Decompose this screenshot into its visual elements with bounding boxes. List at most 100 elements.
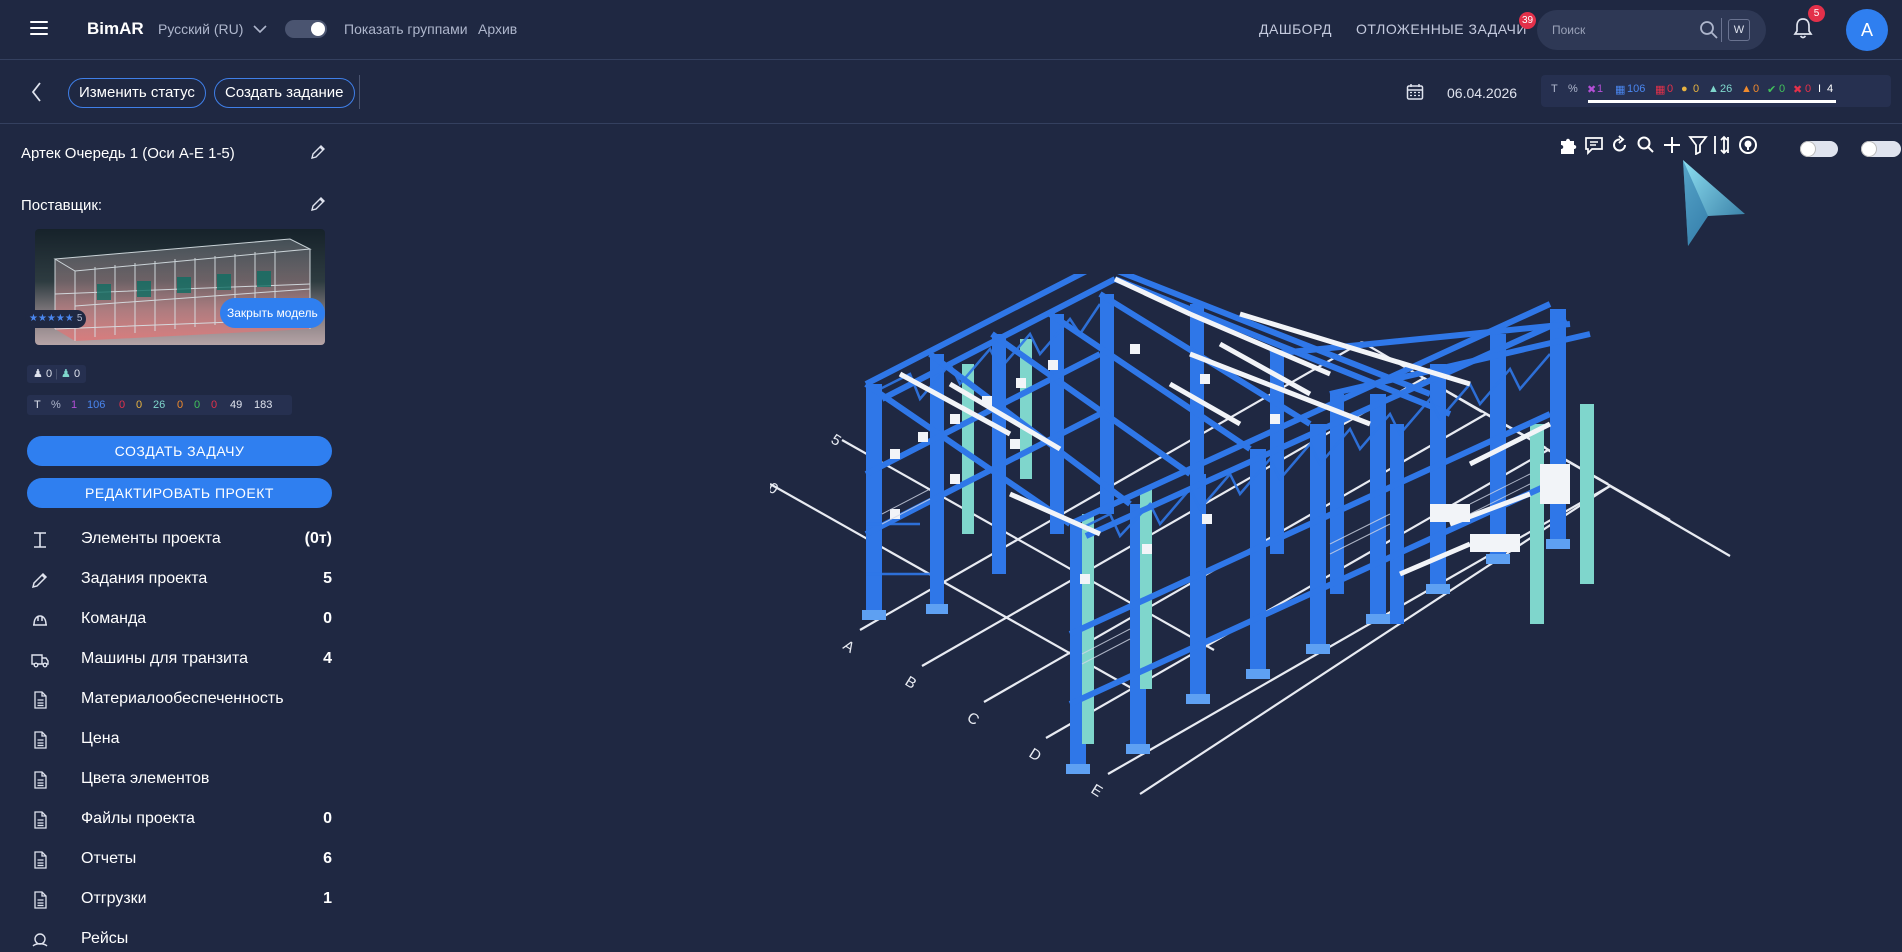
stat-check-icon: ✔ bbox=[1767, 84, 1777, 96]
stat-cross-icon: ✖ bbox=[1793, 84, 1803, 96]
stat-grid-icon: ▦ bbox=[1615, 84, 1626, 96]
document-icon bbox=[34, 691, 47, 709]
sidebar-item-transit-vehicles[interactable]: Машины для транзита 4 bbox=[27, 644, 332, 676]
star-icons: ★★★★★ bbox=[29, 313, 74, 324]
sidebar-item-count: (0т) bbox=[304, 530, 332, 547]
people-counter: ♟ 0 | ♟ 0 bbox=[27, 365, 87, 383]
stat-truck-icon: ● bbox=[1681, 83, 1688, 95]
language-select[interactable]: Русский (RU) bbox=[158, 21, 267, 37]
back-chevron-icon[interactable] bbox=[30, 81, 42, 103]
sidebar-item-element-colors[interactable]: Цвета элементов bbox=[27, 764, 332, 796]
viewport-toggle-2[interactable] bbox=[1861, 141, 1901, 157]
project-sidebar: Артек Очередь 1 (Оси А-Е 1-5) Поставщик:… bbox=[0, 124, 340, 952]
sort-height-icon[interactable] bbox=[1712, 135, 1732, 155]
rating-value: 5 bbox=[76, 313, 83, 324]
mini-stat-1: 1 bbox=[71, 399, 78, 411]
zoom-icon[interactable] bbox=[1636, 135, 1656, 155]
create-assignment-button[interactable]: Создать задание bbox=[214, 78, 355, 108]
stat-value-3: 0 bbox=[1667, 83, 1674, 95]
axis-label-c: C bbox=[964, 709, 982, 729]
close-model-button[interactable]: Закрыть модель bbox=[220, 298, 325, 328]
helmet-icon bbox=[33, 615, 47, 626]
stat-blocks-icon: ▦ bbox=[1655, 84, 1666, 96]
structure bbox=[862, 274, 1594, 774]
theme-toggle[interactable] bbox=[285, 20, 327, 38]
sidebar-item-label: Отчеты bbox=[81, 850, 137, 867]
current-date[interactable]: 06.04.2026 bbox=[1447, 85, 1517, 101]
document-icon bbox=[34, 891, 47, 909]
explode-view-icon[interactable] bbox=[1738, 135, 1758, 155]
people-count-b: 0 bbox=[73, 368, 81, 380]
stat-value-4: 0 bbox=[1693, 83, 1700, 95]
document-icon bbox=[34, 771, 47, 789]
stat-value-5: 26 bbox=[1720, 83, 1733, 95]
comment-icon[interactable] bbox=[1584, 135, 1604, 155]
sidebar-item-trips[interactable]: Рейсы bbox=[27, 924, 332, 952]
mini-stat-2: 106 bbox=[87, 399, 106, 411]
search-divider bbox=[1721, 18, 1722, 42]
project-toolbar: Изменить статус Создать задание 06.04.20… bbox=[0, 61, 1902, 124]
calendar-icon[interactable] bbox=[1406, 83, 1424, 101]
search-input[interactable] bbox=[1552, 20, 1692, 40]
sidebar-item-reports[interactable]: Отчеты 6 bbox=[27, 844, 332, 876]
worker-icon: ♟ bbox=[61, 368, 71, 380]
stat-helmet-icon: ▲ bbox=[1708, 83, 1719, 95]
puzzle-icon[interactable] bbox=[1558, 135, 1580, 157]
hamburger-menu-icon[interactable] bbox=[30, 21, 48, 35]
deferred-tasks-link[interactable]: ОТЛОЖЕННЫЕ ЗАДАЧИ bbox=[1356, 21, 1527, 37]
edit-project-button[interactable]: РЕДАКТИРОВАТЬ ПРОЕКТ bbox=[27, 478, 332, 508]
filter-icon[interactable] bbox=[1688, 135, 1708, 155]
toolbar-divider bbox=[359, 75, 360, 109]
show-groups-link[interactable]: Показать группами bbox=[344, 21, 468, 37]
stat-tools-icon: ✖ bbox=[1587, 84, 1597, 96]
sidebar-item-shipments[interactable]: Отгрузки 1 bbox=[27, 884, 332, 916]
edit-title-pencil-icon[interactable] bbox=[310, 144, 326, 160]
stat-value-8: 0 bbox=[1805, 83, 1812, 95]
navigation-arrow-icon bbox=[1683, 160, 1745, 246]
sidebar-item-material-supply[interactable]: Материалообеспеченность bbox=[27, 684, 332, 716]
rating-stars[interactable]: ★★★★★ 5 bbox=[25, 310, 87, 328]
edit-supplier-pencil-icon[interactable] bbox=[310, 196, 326, 212]
axis-label-5: 5 bbox=[828, 431, 844, 450]
viewport-toggle-1[interactable] bbox=[1800, 141, 1838, 157]
sidebar-item-label: Рейсы bbox=[81, 930, 129, 947]
user-avatar[interactable]: A bbox=[1846, 9, 1888, 51]
sidebar-item-team[interactable]: Команда 0 bbox=[27, 604, 332, 636]
switch-knob bbox=[1862, 142, 1876, 156]
stat-value-2: 106 bbox=[1627, 83, 1646, 95]
top-bar: BimAR Русский (RU) Показать группами Арх… bbox=[0, 0, 1902, 60]
sidebar-item-count: 6 bbox=[323, 850, 332, 867]
rotate-icon[interactable] bbox=[1610, 135, 1630, 155]
sidebar-item-project-elements[interactable]: Элементы проекта (0т) bbox=[27, 524, 332, 556]
plus-icon[interactable] bbox=[1662, 135, 1682, 155]
search-icon[interactable] bbox=[1699, 20, 1719, 40]
project-mini-stats: T % 1 106 0 0 26 0 0 0 49 183 bbox=[27, 395, 292, 415]
create-task-button[interactable]: СОЗДАТЬ ЗАДАЧУ bbox=[27, 436, 332, 466]
sidebar-item-count: 1 bbox=[323, 890, 332, 907]
mini-stat-6: 0 bbox=[177, 399, 184, 411]
sidebar-item-price[interactable]: Цена bbox=[27, 724, 332, 756]
sidebar-item-label: Машины для транзита bbox=[81, 650, 249, 667]
stat-beam-icon: I bbox=[1818, 83, 1822, 95]
bell-icon[interactable] bbox=[1793, 17, 1813, 39]
sidebar-item-label: Файлы проекта bbox=[81, 810, 195, 827]
brand-logo[interactable]: BimAR bbox=[87, 19, 144, 39]
mini-stat-4: 0 bbox=[136, 399, 143, 411]
sidebar-item-label: Цена bbox=[81, 730, 120, 747]
model-viewport[interactable]: 10 5 A B C D E bbox=[340, 124, 1902, 952]
sidebar-item-project-files[interactable]: Файлы проекта 0 bbox=[27, 804, 332, 836]
steel-frame-model[interactable]: 10 5 A B C D E bbox=[770, 274, 1902, 844]
switch-knob bbox=[1801, 142, 1815, 156]
archive-link[interactable]: Архив bbox=[478, 21, 517, 37]
sidebar-item-label: Отгрузки bbox=[81, 890, 147, 907]
sidebar-item-count: 5 bbox=[323, 570, 332, 587]
search-box: W bbox=[1537, 10, 1766, 50]
deferred-tasks-badge: 39 bbox=[1519, 12, 1537, 29]
stat-value-1: 1 bbox=[1597, 83, 1604, 95]
people-count-a: 0 bbox=[45, 368, 53, 380]
notifications-badge: 5 bbox=[1808, 5, 1825, 22]
dashboard-link[interactable]: ДАШБОРД bbox=[1259, 21, 1332, 37]
change-status-button[interactable]: Изменить статус bbox=[68, 78, 206, 108]
sidebar-item-project-tasks[interactable]: Задания проекта 5 bbox=[27, 564, 332, 596]
stat-percent-label: % bbox=[1568, 83, 1578, 95]
